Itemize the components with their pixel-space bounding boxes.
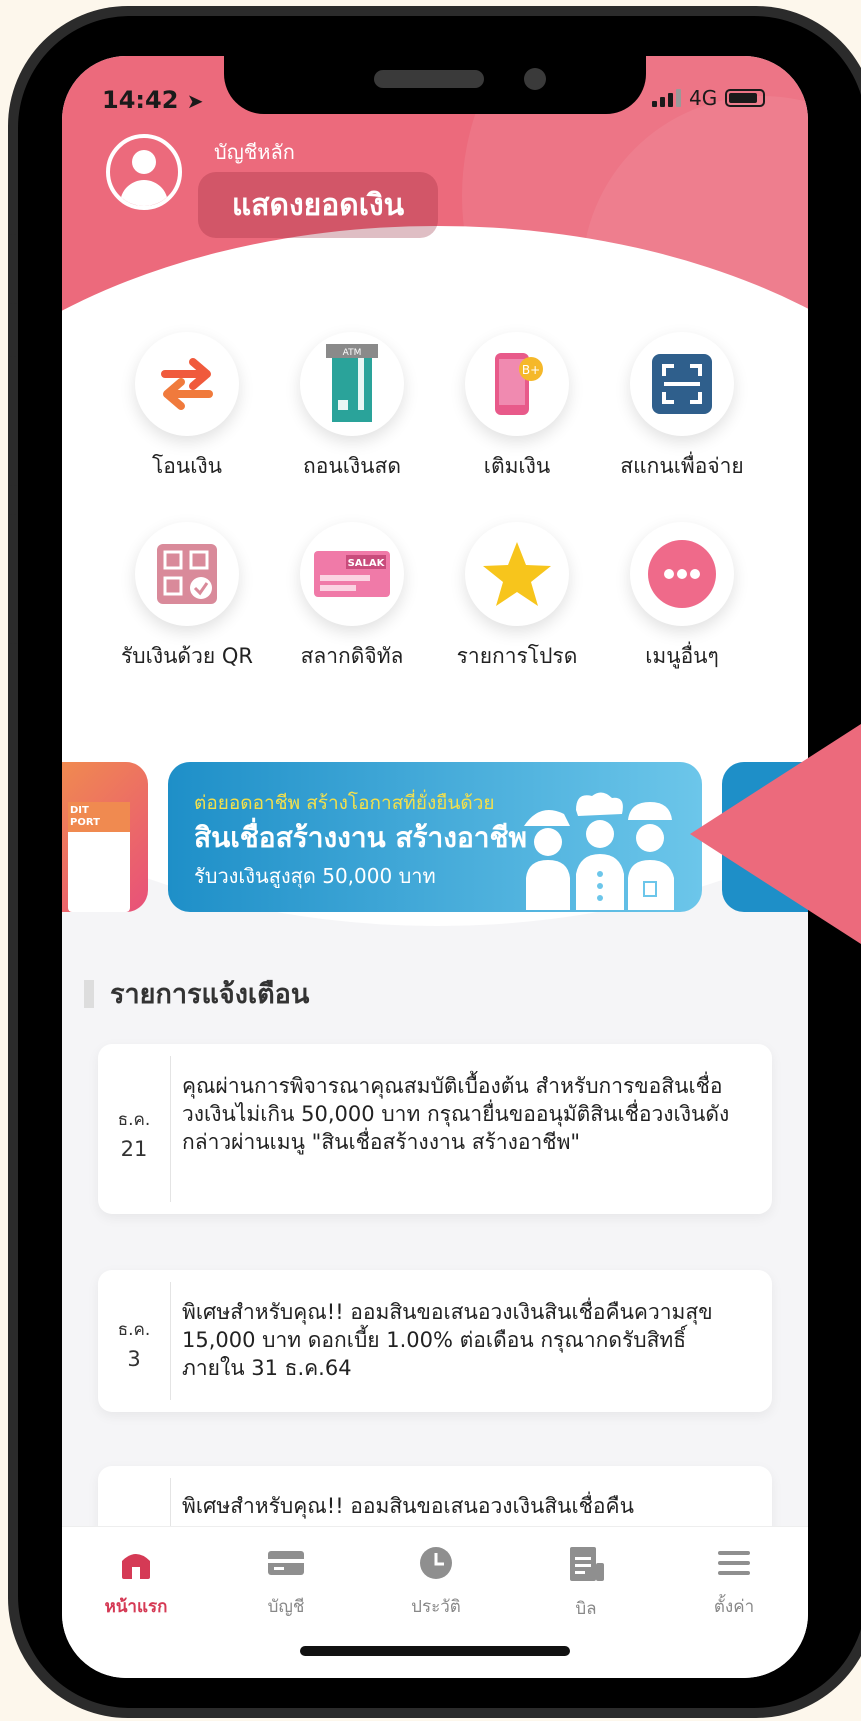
qr-code-icon bbox=[135, 522, 239, 626]
mute-switch bbox=[8, 234, 18, 304]
notification-text: พิเศษสำหรับคุณ!! ออมสินขอเสนอวงเงินสินเช… bbox=[182, 1300, 713, 1380]
tab-history[interactable]: ประวัติ bbox=[376, 1545, 496, 1620]
menu-favorites[interactable]: รายการโปรด bbox=[432, 522, 602, 673]
banner-credit-report[interactable]: DIT PORT bbox=[62, 762, 148, 912]
menu-more[interactable]: เมนูอื่นๆ bbox=[597, 522, 767, 673]
menu-topup[interactable]: B+ เติมเงิน bbox=[432, 332, 602, 483]
signal-icon bbox=[652, 89, 681, 107]
menu-label: โอนเงิน bbox=[151, 454, 223, 478]
network-type: 4G bbox=[689, 86, 718, 110]
menu-label: เติมเงิน bbox=[483, 454, 551, 478]
status-time: 14:42 ➤ bbox=[102, 86, 204, 114]
home-icon bbox=[122, 1554, 150, 1579]
notification-text: คุณผ่านการพิจารณาคุณสมบัติเบื้องต้น สำหร… bbox=[182, 1074, 730, 1154]
menu-label: เมนูอื่นๆ bbox=[645, 644, 719, 668]
volume-down-button bbox=[8, 514, 18, 644]
home-indicator bbox=[300, 1646, 570, 1656]
atm-icon: ATM bbox=[300, 332, 404, 436]
banner-subtitle: รับวงเงินสูงสุด 50,000 บาท bbox=[194, 864, 436, 888]
banner-title: สินเชื่อสร้างงาน สร้างอาชีพ bbox=[194, 821, 527, 854]
notification-date: ธ.ค. 21 bbox=[117, 1110, 151, 1161]
tab-label: บัญชี bbox=[267, 1597, 305, 1617]
notification-item[interactable]: ธ.ค. 21 คุณผ่านการพิจารณาคุณสมบัติเบื้อง… bbox=[98, 1044, 772, 1214]
svg-text:SALAK: SALAK bbox=[348, 558, 386, 569]
workers-illustration-icon bbox=[524, 792, 674, 910]
tab-accounts[interactable]: บัญชี bbox=[226, 1545, 346, 1620]
tab-settings[interactable]: ตั้งค่า bbox=[674, 1545, 794, 1620]
menu-label: สแกนเพื่อจ่าย bbox=[620, 454, 744, 478]
topup-phone-icon: B+ bbox=[465, 332, 569, 436]
notifications-title: รายการแจ้งเตือน bbox=[84, 972, 309, 1015]
avatar[interactable] bbox=[106, 134, 182, 210]
menu-label: ถอนเงินสด bbox=[303, 454, 401, 478]
account-label: บัญชีหลัก bbox=[214, 140, 295, 164]
tab-home[interactable]: หน้าแรก bbox=[76, 1545, 196, 1620]
menu-digital-lottery[interactable]: SALAK สลากดิจิทัล bbox=[267, 522, 437, 673]
svg-text:B+: B+ bbox=[522, 363, 540, 377]
battery-icon bbox=[725, 89, 766, 107]
menu-withdraw[interactable]: ATM ถอนเงินสด bbox=[267, 332, 437, 483]
banner-left-text: DIT PORT bbox=[68, 802, 130, 832]
transfer-arrows-icon bbox=[135, 332, 239, 436]
hamburger-icon bbox=[718, 1551, 750, 1575]
status-icons: 4G bbox=[652, 86, 766, 110]
tab-label: ตั้งค่า bbox=[713, 1597, 755, 1617]
show-balance-button[interactable]: แสดงยอดเงิน bbox=[198, 172, 438, 238]
more-dots-icon bbox=[630, 522, 734, 626]
lottery-ticket-icon: SALAK bbox=[300, 522, 404, 626]
pointer-arrow-icon bbox=[690, 724, 861, 944]
menu-label: รายการโปรด bbox=[456, 644, 578, 668]
bill-icon bbox=[570, 1547, 604, 1581]
notification-date: ธ.ค. 3 bbox=[117, 1320, 151, 1371]
banner-tagline: ต่อยอดอาชีพ สร้างโอกาสที่ยั่งยืนด้วย bbox=[194, 792, 495, 814]
menu-receive-qr[interactable]: รับเงินด้วย QR bbox=[102, 522, 272, 673]
notification-item[interactable]: ธ.ค. 3 พิเศษสำหรับคุณ!! ออมสินขอเสนอวงเง… bbox=[98, 1270, 772, 1412]
menu-transfer[interactable]: โอนเงิน bbox=[102, 332, 272, 483]
volume-up-button bbox=[8, 356, 18, 486]
menu-label: สลากดิจิทัล bbox=[300, 644, 404, 668]
notification-text: พิเศษสำหรับคุณ!! ออมสินขอเสนอวงเงินสินเช… bbox=[182, 1494, 634, 1518]
notch bbox=[224, 56, 646, 114]
banner-job-loan[interactable]: ต่อยอดอาชีพ สร้างโอกาสที่ยั่งยืนด้วย สิน… bbox=[168, 762, 702, 912]
tab-label: บิล bbox=[575, 1599, 597, 1619]
star-icon bbox=[465, 522, 569, 626]
card-icon bbox=[268, 1551, 304, 1575]
tab-bills[interactable]: บิล bbox=[526, 1545, 646, 1622]
tab-label: ประวัติ bbox=[411, 1597, 461, 1617]
menu-scan-to-pay[interactable]: สแกนเพื่อจ่าย bbox=[597, 332, 767, 483]
menu-label: รับเงินด้วย QR bbox=[121, 644, 253, 668]
scan-icon bbox=[630, 332, 734, 436]
svg-text:ATM: ATM bbox=[343, 348, 362, 358]
clock-icon bbox=[420, 1547, 452, 1579]
tab-label: หน้าแรก bbox=[104, 1597, 168, 1617]
